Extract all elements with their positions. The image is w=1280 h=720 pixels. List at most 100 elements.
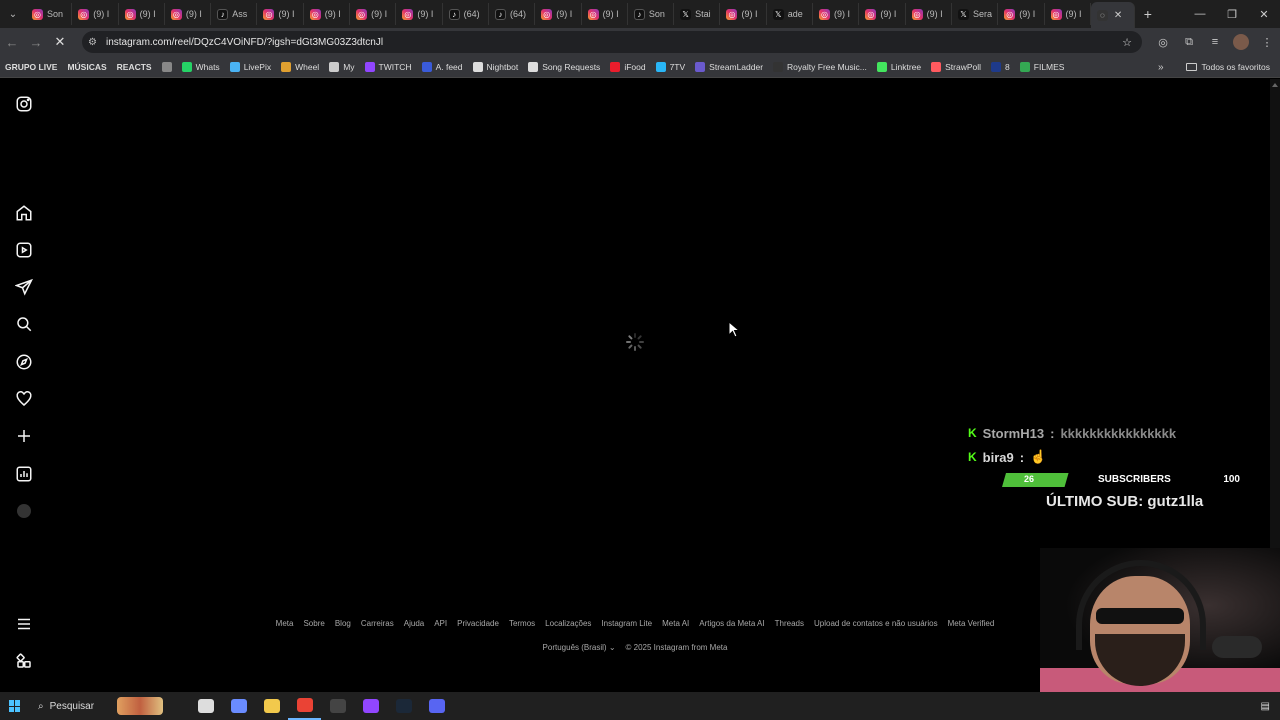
tab[interactable]: ◎ (9) I: [304, 3, 351, 25]
tab[interactable]: ♪ Son: [628, 3, 675, 25]
tab[interactable]: ◎ (9) I: [906, 3, 952, 25]
bookmark-item[interactable]: Whats: [177, 56, 225, 78]
footer-link[interactable]: Privacidade: [457, 619, 499, 628]
taskbar-app[interactable]: [420, 692, 453, 720]
tab[interactable]: ♪ (64): [489, 3, 536, 25]
bookmark-item[interactable]: Nightbot: [468, 56, 524, 78]
footer-link[interactable]: Ajuda: [404, 619, 424, 628]
tab[interactable]: ◎ (9) I: [396, 3, 443, 25]
bookmark-item[interactable]: Royalty Free Music...: [768, 56, 872, 78]
direct-message-icon[interactable]: [14, 277, 34, 297]
tab[interactable]: ♪ Ass: [211, 3, 258, 25]
bookmark-item[interactable]: [157, 56, 177, 78]
media-control-icon[interactable]: ≡: [1202, 36, 1228, 48]
tab[interactable]: ◎ Son: [26, 3, 73, 25]
bookmark-item[interactable]: 8: [986, 56, 1015, 78]
footer-link[interactable]: Sobre: [303, 619, 324, 628]
taskbar-app[interactable]: [189, 692, 222, 720]
footer-link[interactable]: API: [434, 619, 447, 628]
footer-link[interactable]: Meta: [276, 619, 294, 628]
extension-icon[interactable]: ◎: [1150, 36, 1176, 49]
new-tab-button[interactable]: +: [1135, 6, 1161, 22]
taskbar-app[interactable]: [387, 692, 420, 720]
tab[interactable]: ◎ (9) I: [859, 3, 906, 25]
tab[interactable]: ◎ (9) I: [1045, 3, 1091, 25]
bookmark-item[interactable]: GRUPO LIVE: [0, 56, 62, 78]
reels-icon[interactable]: [14, 240, 34, 260]
site-info-icon[interactable]: ⚙: [88, 37, 102, 48]
taskbar-app[interactable]: [255, 692, 288, 720]
bookmark-star-icon[interactable]: ☆: [1122, 36, 1132, 49]
bookmark-item[interactable]: Song Requests: [523, 56, 605, 78]
tab[interactable]: ◎ (9) I: [998, 3, 1045, 25]
footer-link[interactable]: Carreiras: [361, 619, 394, 628]
tab[interactable]: ◎ (9) I: [72, 3, 119, 25]
bookmark-item[interactable]: MÚSICAS: [62, 56, 111, 78]
taskbar-app[interactable]: [288, 692, 321, 720]
tab[interactable]: 𝕏 Sera: [952, 3, 999, 25]
instagram-logo-icon[interactable]: [14, 94, 34, 114]
footer-link[interactable]: Termos: [509, 619, 535, 628]
tab[interactable]: ◎ (9) I: [119, 3, 165, 25]
stop-loading-icon[interactable]: ✕: [48, 30, 72, 54]
home-icon[interactable]: [14, 203, 34, 223]
bookmark-item[interactable]: My: [324, 56, 359, 78]
footer-link[interactable]: Threads: [775, 619, 804, 628]
bookmark-item[interactable]: StreamLadder: [690, 56, 768, 78]
taskbar-search[interactable]: ⌕ Pesquisar: [30, 695, 165, 717]
forward-icon[interactable]: →: [24, 30, 48, 54]
extensions-puzzle-icon[interactable]: ⧉: [1176, 36, 1202, 49]
profile-icon[interactable]: [14, 501, 34, 521]
bookmark-item[interactable]: 7TV: [651, 56, 691, 78]
minimize-icon[interactable]: —: [1184, 0, 1216, 28]
close-window-icon[interactable]: ✕: [1248, 0, 1280, 28]
bookmark-item[interactable]: Linktree: [872, 56, 926, 78]
footer-link[interactable]: Instagram Lite: [601, 619, 652, 628]
footer-link[interactable]: Meta Verified: [948, 619, 995, 628]
taskbar-app[interactable]: [321, 692, 354, 720]
footer-link[interactable]: Localizações: [545, 619, 591, 628]
more-bookmarks-icon[interactable]: »: [1158, 56, 1164, 78]
tab[interactable]: 𝕏ade: [767, 3, 814, 25]
chrome-menu-icon[interactable]: ⋮: [1254, 36, 1280, 49]
taskbar-app[interactable]: [354, 692, 387, 720]
tab-search-button[interactable]: ⌄: [0, 0, 26, 28]
restore-icon[interactable]: ❐: [1216, 0, 1248, 28]
tab[interactable]: ◎ (9) I: [720, 3, 767, 25]
search-icon[interactable]: [14, 314, 34, 334]
profile-avatar[interactable]: [1233, 34, 1249, 50]
create-plus-icon[interactable]: [14, 426, 34, 446]
notification-center-icon[interactable]: ▤: [1261, 701, 1270, 712]
bookmark-item[interactable]: A. feed: [417, 56, 468, 78]
dashboard-icon[interactable]: [14, 464, 34, 484]
all-bookmarks-folder[interactable]: Todos os favoritos: [1186, 56, 1270, 78]
address-bar[interactable]: ⚙ instagram.com/reel/DQzC4VOiNFD/?igsh=d…: [82, 31, 1142, 53]
bookmark-item[interactable]: iFood: [605, 56, 650, 78]
tab[interactable]: ◎ (9) I: [582, 3, 628, 25]
taskbar-app[interactable]: [222, 692, 255, 720]
bookmark-item[interactable]: TWITCH: [360, 56, 417, 78]
footer-link[interactable]: Meta AI: [662, 619, 689, 628]
tab[interactable]: ♪ (64): [443, 3, 489, 25]
tab[interactable]: ◎ (9) I: [165, 3, 212, 25]
bookmark-item[interactable]: LivePix: [225, 56, 276, 78]
tab[interactable]: 𝕏 Stai: [674, 3, 721, 25]
bookmark-item[interactable]: StrawPoll: [926, 56, 986, 78]
tab[interactable]: ◎ (9) I: [813, 3, 860, 25]
start-button[interactable]: [0, 692, 30, 720]
tab[interactable]: ◎ (9) I: [350, 3, 397, 25]
bookmark-item[interactable]: Wheel: [276, 56, 324, 78]
bookmark-item[interactable]: FILMES: [1015, 56, 1070, 78]
close-tab-icon[interactable]: ✕: [1114, 10, 1122, 21]
footer-link[interactable]: Artigos da Meta AI: [699, 619, 764, 628]
footer-link[interactable]: Blog: [335, 619, 351, 628]
language-selector[interactable]: Português (Brasil) ⌄: [543, 643, 616, 652]
back-icon[interactable]: ←: [0, 30, 24, 54]
tab[interactable]: ◎ (9) I: [257, 3, 304, 25]
tab[interactable]: ◎ (9) I: [535, 3, 582, 25]
footer-link[interactable]: Upload de contatos e não usuários: [814, 619, 938, 628]
tab-active[interactable]: ◌ ✕: [1090, 2, 1135, 28]
bookmark-item[interactable]: REACTS: [112, 56, 157, 78]
explore-icon[interactable]: [14, 352, 34, 372]
notifications-heart-icon[interactable]: [14, 389, 34, 409]
